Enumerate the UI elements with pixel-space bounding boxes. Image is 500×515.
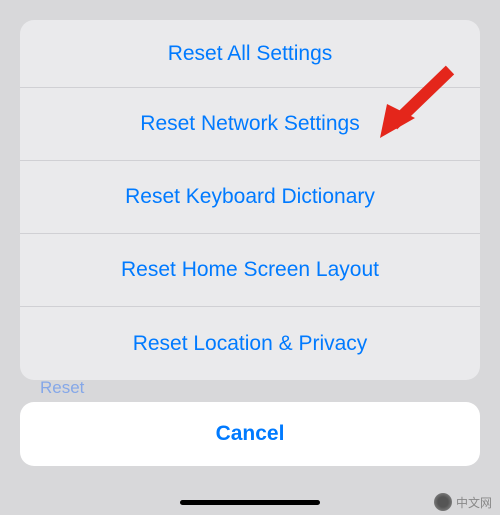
sheet-item-label: Reset Home Screen Layout <box>121 258 379 282</box>
sheet-item-label: Reset All Settings <box>168 42 333 66</box>
watermark-text: 中文网 <box>456 494 492 511</box>
watermark: 中文网 <box>434 493 492 511</box>
home-indicator[interactable] <box>180 500 320 505</box>
reset-all-settings-button[interactable]: Reset All Settings <box>20 20 480 88</box>
reset-keyboard-dictionary-button[interactable]: Reset Keyboard Dictionary <box>20 161 480 234</box>
sheet-item-label: Reset Network Settings <box>140 112 359 136</box>
reset-network-settings-button[interactable]: Reset Network Settings <box>20 88 480 161</box>
sheet-item-label: Reset Keyboard Dictionary <box>125 185 375 209</box>
cancel-button[interactable]: Cancel <box>20 402 480 466</box>
background-reset-link: Reset <box>40 378 84 398</box>
reset-action-sheet: Reset All Settings Reset Network Setting… <box>20 20 480 380</box>
php-logo-icon <box>434 493 452 511</box>
reset-home-screen-layout-button[interactable]: Reset Home Screen Layout <box>20 234 480 307</box>
reset-location-privacy-button[interactable]: Reset Location & Privacy <box>20 307 480 380</box>
sheet-item-label: Reset Location & Privacy <box>133 332 368 356</box>
cancel-label: Cancel <box>216 422 285 446</box>
